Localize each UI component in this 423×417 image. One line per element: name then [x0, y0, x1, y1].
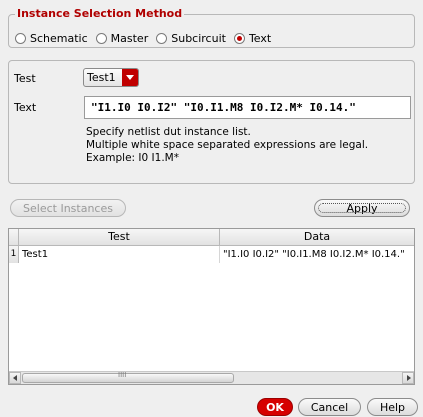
column-header-data[interactable]: Data [220, 229, 414, 245]
radio-subcircuit[interactable]: Subcircuit [156, 32, 226, 45]
radio-schematic-label: Schematic [30, 32, 88, 45]
radio-subcircuit-label: Subcircuit [171, 32, 226, 45]
method-radio-row: Schematic Master Subcircuit Text [15, 32, 279, 45]
arrow-right-icon [407, 375, 411, 381]
instance-selection-method-group: Instance Selection Method Schematic Mast… [8, 7, 415, 48]
dropdown-arrow-icon[interactable] [122, 69, 138, 86]
help-button[interactable]: Help [367, 398, 418, 416]
row-number: 1 [9, 246, 19, 263]
settings-panel [8, 60, 415, 184]
radio-master[interactable]: Master [95, 32, 149, 45]
radio-schematic[interactable]: Schematic [15, 32, 88, 45]
select-instances-button[interactable]: Select Instances [10, 199, 126, 217]
radio-circle-icon [15, 33, 26, 44]
scroll-grip: IIII [118, 371, 127, 379]
table-header: Test Data [9, 229, 414, 246]
help-line: Example: I0 I1.M* [86, 152, 179, 164]
table-row[interactable]: 1 Test1 "I1.I0 I0.I2" "I0.I1.M8 I0.I2.M*… [9, 246, 414, 263]
help-text: Specify netlist dut instance list. Multi… [86, 126, 368, 165]
test-combo[interactable]: Test1 [83, 68, 139, 87]
radio-circle-icon [156, 33, 168, 44]
radio-selected-icon [233, 33, 245, 44]
apply-label: Apply [346, 201, 378, 215]
cancel-button[interactable]: Cancel [298, 398, 361, 416]
test-label: Test [14, 72, 36, 85]
help-line: Specify netlist dut instance list. [86, 126, 251, 138]
cell-test[interactable]: Test1 [19, 246, 220, 263]
corner-header [9, 229, 19, 245]
radio-circle-icon [95, 33, 107, 44]
scroll-thumb[interactable]: IIII [22, 371, 234, 383]
apply-button[interactable]: Apply [314, 199, 410, 217]
radio-text[interactable]: Text [233, 32, 272, 45]
scroll-right-button[interactable] [402, 372, 414, 384]
scroll-left-button[interactable] [9, 372, 21, 384]
group-title: Instance Selection Method [15, 7, 185, 20]
test-combo-value: Test1 [87, 71, 116, 84]
column-header-test[interactable]: Test [19, 229, 220, 245]
help-line: Multiple white space separated expressio… [86, 139, 369, 151]
text-label: Text [14, 101, 37, 114]
radio-text-label: Text [248, 32, 272, 45]
horizontal-scrollbar[interactable]: IIII [9, 371, 414, 384]
instances-table: Test Data 1 Test1 "I1.I0 I0.I2" "I0.I1.M… [8, 228, 415, 385]
text-input[interactable]: "I1.I0 I0.I2" "I0.I1.M8 I0.I2.M* I0.14." [84, 96, 411, 119]
ok-button[interactable]: OK [257, 398, 293, 416]
radio-master-label: Master [110, 32, 149, 45]
arrow-left-icon [13, 375, 17, 381]
cell-data[interactable]: "I1.I0 I0.I2" "I0.I1.M8 I0.I2.M* I0.14." [220, 246, 414, 263]
